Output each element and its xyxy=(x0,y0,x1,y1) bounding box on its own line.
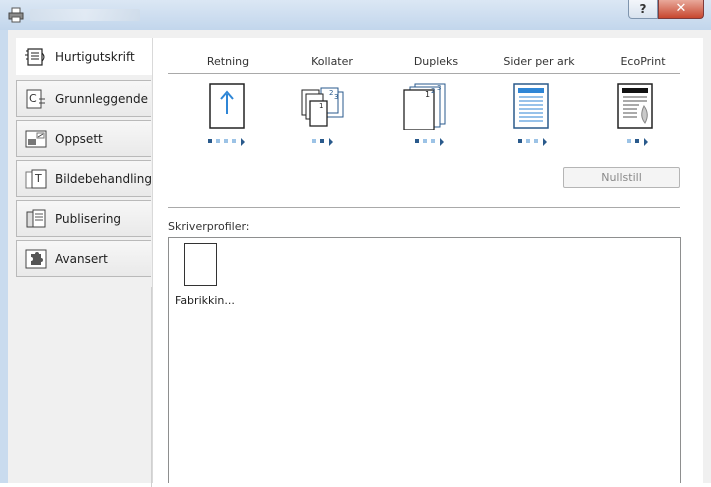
column-label-dupleks: Dupleks xyxy=(413,55,459,68)
svg-text:C: C xyxy=(29,92,37,105)
sidebar: Hurtigutskrift C Grunnleggende Oppsett T… xyxy=(16,38,153,487)
quick-print-icon xyxy=(25,48,45,66)
print-settings-window: ? ✕ Hurtigutskrift C Grunnleggende Oppse… xyxy=(0,0,711,487)
profile-name[interactable]: Fabrikkin... xyxy=(175,294,235,307)
publishing-icon xyxy=(26,209,46,228)
orientation-options-indicator[interactable] xyxy=(208,138,253,146)
ecoprint-icon[interactable] xyxy=(617,82,655,130)
header-divider xyxy=(168,73,680,74)
dialog-body: Hurtigutskrift C Grunnleggende Oppsett T… xyxy=(8,30,711,487)
tab-label: Hurtigutskrift xyxy=(55,50,135,64)
duplex-options-indicator[interactable] xyxy=(415,138,455,146)
svg-text:T: T xyxy=(34,172,42,185)
printer-profiles-label: Skriverprofiler: xyxy=(168,220,250,233)
tab-hurtigutskrift[interactable]: Hurtigutskrift xyxy=(16,38,153,75)
help-button[interactable]: ? xyxy=(628,0,658,19)
collate-number: 1 xyxy=(319,102,323,110)
tab-label: Avansert xyxy=(55,252,108,266)
duplex-number: 2 xyxy=(431,87,435,95)
tab-panel-hurtigutskrift: Retning Kollater Dupleks Sider per ark E… xyxy=(152,38,703,483)
basic-settings-icon: C xyxy=(26,89,45,109)
pages-per-sheet-options-indicator[interactable] xyxy=(518,138,558,146)
collate-icon[interactable]: 3 2 1 xyxy=(299,82,347,130)
tab-label: Oppsett xyxy=(55,132,103,146)
column-label-retning: Retning xyxy=(206,55,250,68)
duplex-number: 1 xyxy=(425,90,430,99)
collate-number: 3 xyxy=(334,93,338,101)
tab-grunnleggende[interactable]: C Grunnleggende xyxy=(16,80,151,117)
collate-number: 2 xyxy=(329,89,333,97)
layout-icon xyxy=(25,130,47,148)
close-button[interactable]: ✕ xyxy=(658,0,704,19)
tab-bildebehandling[interactable]: T Bildebehandling xyxy=(16,160,152,197)
duplex-number: 3 xyxy=(437,84,441,92)
advanced-puzzle-icon xyxy=(25,249,47,269)
pages-per-sheet-icon[interactable] xyxy=(513,82,551,130)
title-bar[interactable]: ? ✕ xyxy=(0,0,711,30)
sidebar-filler xyxy=(16,287,152,487)
window-title-blurred xyxy=(30,9,140,21)
collate-options-indicator[interactable] xyxy=(312,138,342,146)
imaging-icon: T xyxy=(25,169,47,189)
tab-oppsett[interactable]: Oppsett xyxy=(16,120,151,157)
tab-avansert[interactable]: Avansert xyxy=(16,240,151,277)
column-label-kollater: Kollater xyxy=(311,55,353,68)
orientation-portrait-icon[interactable] xyxy=(209,82,247,130)
printer-icon xyxy=(8,7,24,23)
tab-publisering[interactable]: Publisering xyxy=(16,200,151,237)
section-divider xyxy=(168,207,680,208)
column-label-ecoprint: EcoPrint xyxy=(620,55,666,68)
window-frame-right xyxy=(703,38,711,483)
tab-label: Publisering xyxy=(55,212,122,226)
duplex-icon[interactable]: 3 2 1 xyxy=(403,82,451,130)
column-label-sider-per-ark: Sider per ark xyxy=(503,55,575,68)
tab-label: Grunnleggende xyxy=(55,92,148,106)
printer-profiles-list[interactable]: Fabrikkin... xyxy=(168,237,681,483)
tab-label: Bildebehandling xyxy=(55,172,152,186)
profile-page-icon[interactable] xyxy=(184,243,217,286)
ecoprint-options-indicator[interactable] xyxy=(627,138,657,146)
reset-button[interactable]: Nullstill xyxy=(563,167,680,188)
